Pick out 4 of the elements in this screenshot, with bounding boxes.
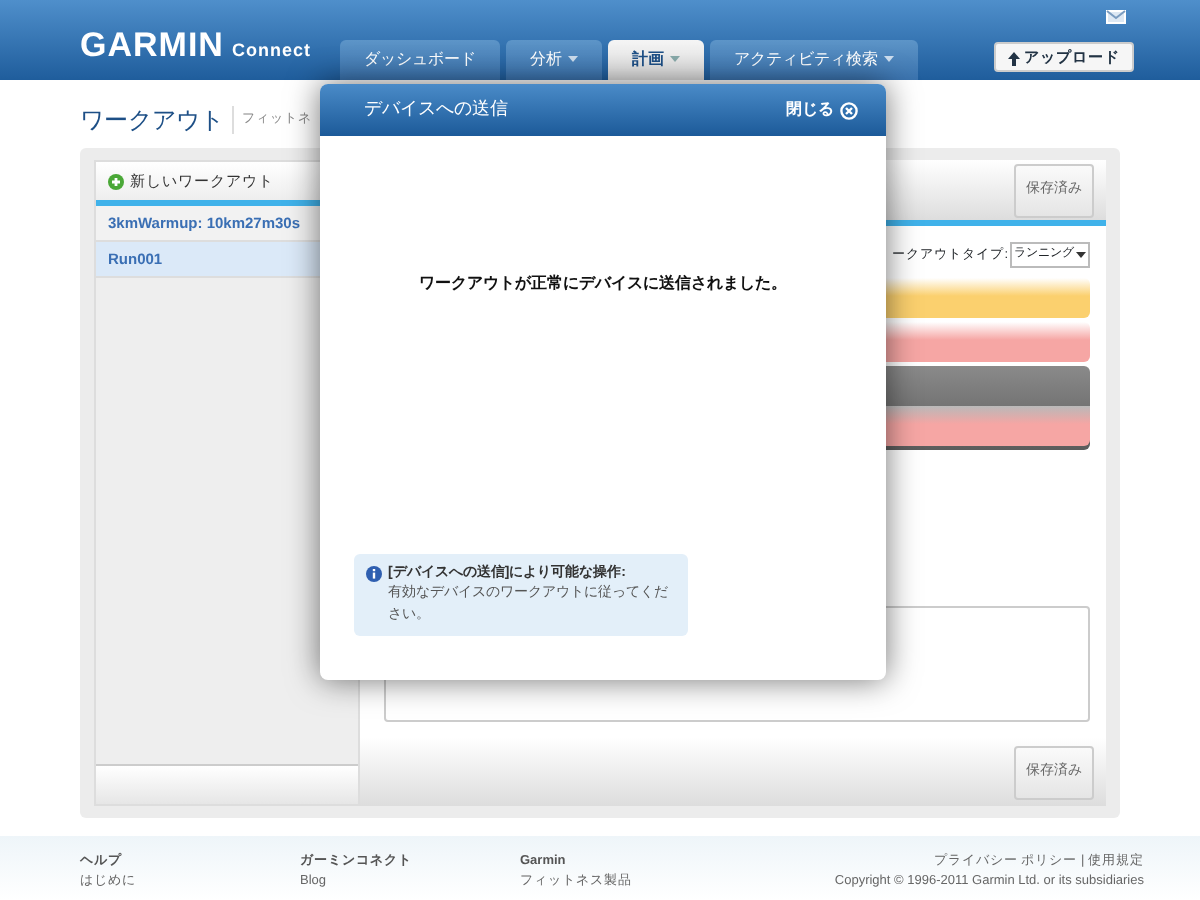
logo-subtitle: Connect [231, 40, 311, 60]
dialog-title: デバイスへの送信 [364, 96, 508, 123]
page-title: ワークアウト [80, 105, 234, 135]
success-message: ワークアウトが正常にデバイスに送信されました。 [417, 272, 789, 296]
